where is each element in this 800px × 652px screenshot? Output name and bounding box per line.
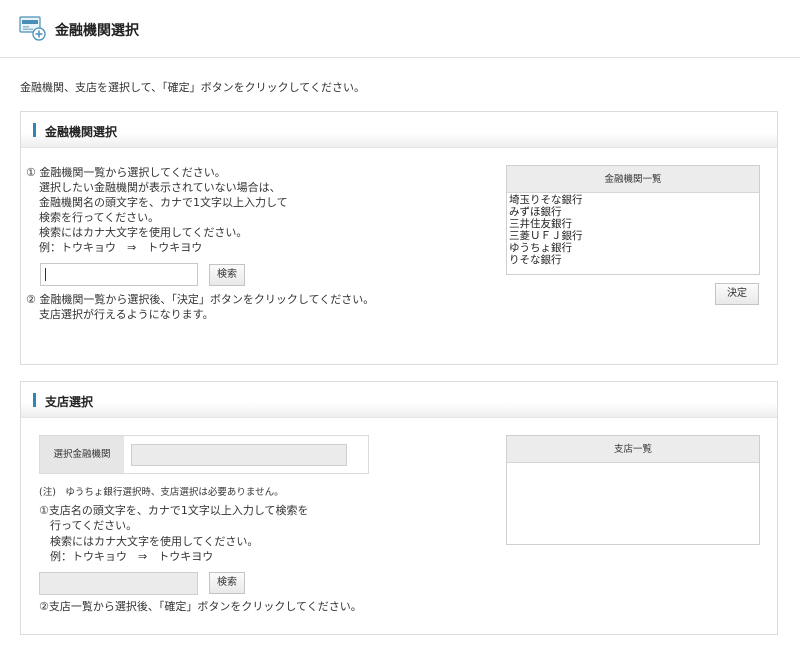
bank-list-item[interactable]: ゆうちょ銀行: [509, 242, 759, 254]
bank-list-item[interactable]: みずほ銀行: [509, 206, 759, 218]
branch-step1-line: 検索にはカナ大文字を使用してください。: [50, 535, 259, 548]
page-title: 金融機関選択: [55, 23, 139, 39]
branch-panel-header: 支店選択: [21, 382, 777, 418]
section-marker: [33, 393, 36, 407]
bank-step2-line: ② 金融機関一覧から選択後、「決定」ボタンをクリックしてください。: [26, 293, 375, 306]
bank-search-button[interactable]: 検索: [209, 264, 245, 286]
branch-search-button[interactable]: 検索: [209, 572, 245, 594]
page-header: 金融機関選択: [0, 0, 800, 58]
bank-list-item[interactable]: 三菱ＵＦＪ銀行: [509, 230, 759, 242]
branch-list-header: 支店一覧: [507, 436, 759, 463]
branch-list[interactable]: 支店一覧: [506, 435, 760, 545]
bank-panel-header: 金融機関選択: [21, 112, 777, 148]
bank-panel-title: 金融機関選択: [45, 125, 118, 139]
branch-select-panel: 支店選択 選択金融機関 (注) ゆうちょ銀行選択時、支店選択は必要ありません。 …: [20, 381, 778, 635]
bank-list[interactable]: 金融機関一覧 埼玉りそな銀行 みずほ銀行 三井住友銀行 三菱ＵＦＪ銀行 ゆうちょ…: [506, 165, 760, 275]
bank-step1-line: 金融機関名の頭文字を、カナで1文字以上入力して: [39, 196, 288, 209]
selected-bank-row: 選択金融機関: [39, 435, 369, 474]
bank-icon: [19, 16, 46, 41]
bank-select-panel: 金融機関選択 ① 金融機関一覧から選択してください。 選択したい金融機関が表示さ…: [20, 111, 778, 365]
bank-search-input[interactable]: [40, 263, 198, 286]
selected-bank-field: [131, 444, 347, 466]
bank-step1-line: 選択したい金融機関が表示されていない場合は、: [39, 181, 281, 194]
branch-step1-line: 行ってください。: [50, 519, 138, 532]
branch-search-input[interactable]: [39, 572, 198, 595]
bank-step1-line: 検索を行ってください。: [39, 211, 160, 224]
branch-note: (注) ゆうちょ銀行選択時、支店選択は必要ありません。: [39, 487, 284, 498]
bank-step1-line: ① 金融機関一覧から選択してください。: [26, 166, 226, 179]
branch-panel-title: 支店選択: [45, 395, 94, 409]
bank-list-item[interactable]: 埼玉りそな銀行: [509, 194, 759, 206]
bank-step1-line: 検索にはカナ大文字を使用してください。: [39, 226, 248, 239]
branch-step2: ②支店一覧から選択後、「確定」ボタンをクリックしてください。: [39, 600, 362, 613]
bank-list-item[interactable]: りそな銀行: [509, 254, 759, 266]
bank-list-header: 金融機関一覧: [507, 166, 759, 193]
branch-step1-line: ①支店名の頭文字を、カナで1文字以上入力して検索を: [39, 504, 309, 517]
branch-step1-line: 例：トウキョウ ⇒ トウキヨウ: [50, 550, 214, 563]
intro-text: 金融機関、支店を選択して、「確定」ボタンをクリックしてください。: [20, 81, 365, 94]
bank-step2-line: 支店選択が行えるようになります。: [39, 308, 214, 321]
decide-button[interactable]: 決定: [715, 283, 759, 305]
bank-list-item[interactable]: 三井住友銀行: [509, 218, 759, 230]
bank-step1-line: 例：トウキョウ ⇒ トウキヨウ: [39, 241, 203, 254]
text-caret: [45, 268, 46, 281]
selected-bank-label: 選択金融機関: [40, 436, 124, 473]
section-marker: [33, 123, 36, 137]
